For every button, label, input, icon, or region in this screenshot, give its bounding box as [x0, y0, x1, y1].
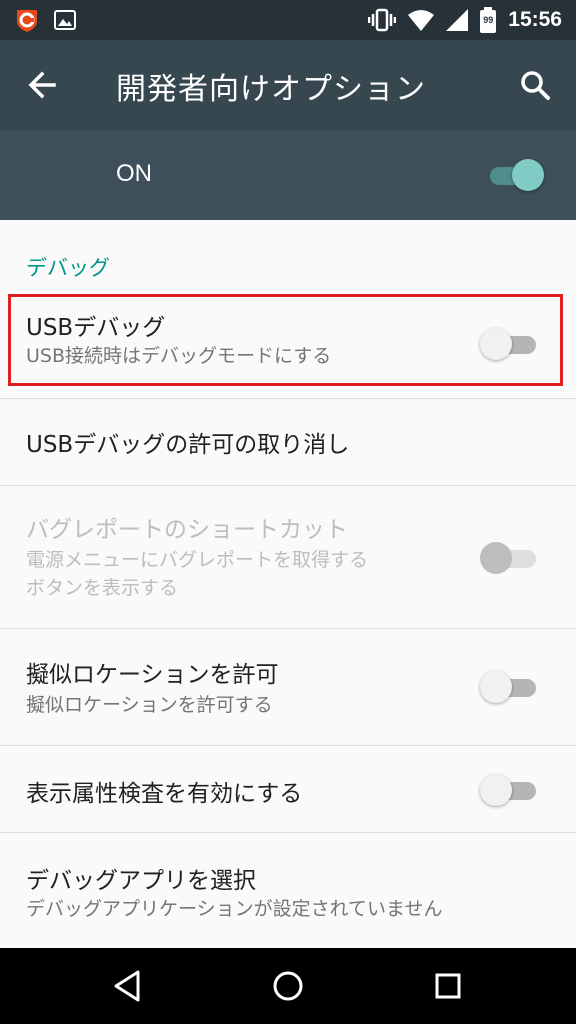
setting-bug-report-shortcut: バグレポートのショートカット 電源メニューにバグレポートを取得する ボタンを表示… [0, 486, 576, 628]
setting-summary-line-2: ボタンを表示する [26, 577, 179, 599]
nav-home-button[interactable] [266, 966, 310, 1006]
setting-summary-line-1: 電源メニューにバグレポートを取得する [26, 549, 369, 571]
status-bar-system: 99 15:56 [368, 0, 562, 40]
navigation-bar [0, 948, 576, 1024]
bug-report-shortcut-toggle [480, 540, 540, 576]
settings-list: デバッグ USBデバッグ USB接続時はデバッグモードにする USBデバッグの許… [0, 220, 576, 948]
setting-summary: デバッグアプリケーションが設定されていません [26, 898, 443, 920]
setting-revoke-usb-debugging[interactable]: USBデバッグの許可の取り消し [0, 399, 576, 485]
battery-icon: 99 [480, 7, 497, 33]
toggle-thumb [480, 671, 512, 703]
toggle-thumb [512, 159, 544, 191]
setting-select-debug-app[interactable]: デバッグアプリを選択 デバッグアプリケーションが設定されていません [0, 833, 576, 948]
setting-title: 擬似ロケーションを許可 [26, 662, 279, 688]
app-bar: 開発者向けオプション [0, 40, 576, 130]
image-icon [54, 10, 76, 30]
setting-title: 表示属性検査を有効にする [26, 781, 303, 807]
master-switch-toggle[interactable] [490, 156, 546, 196]
highlight-box [8, 294, 563, 386]
back-button[interactable] [24, 67, 64, 103]
app-shield-icon [17, 10, 37, 32]
master-switch-label: ON [116, 160, 152, 187]
setting-summary: 擬似ロケーションを許可する [26, 694, 273, 716]
nav-recents-button[interactable] [426, 966, 470, 1006]
toggle-thumb [480, 542, 512, 574]
setting-title: デバッグアプリを選択 [26, 868, 256, 894]
nav-home-icon [273, 971, 303, 1001]
back-arrow-icon [28, 71, 56, 99]
master-switch-bar[interactable]: ON [0, 130, 576, 220]
nav-back-icon [114, 970, 140, 1002]
setting-view-attribute-inspection[interactable]: 表示属性検査を有効にする [0, 746, 576, 832]
mock-locations-toggle[interactable] [480, 669, 540, 705]
battery-level: 99 [483, 15, 494, 25]
section-header-debug: デバッグ [26, 256, 110, 280]
page-title: 開発者向けオプション [116, 72, 426, 107]
setting-title: バグレポートのショートカット [26, 517, 348, 543]
search-icon [521, 71, 550, 100]
view-attribute-inspection-toggle[interactable] [480, 772, 540, 808]
wifi-icon [408, 10, 435, 31]
setting-mock-locations[interactable]: 擬似ロケーションを許可 擬似ロケーションを許可する [0, 629, 576, 745]
nav-recents-icon [435, 973, 461, 999]
clock: 15:56 [508, 8, 562, 31]
vibrate-icon [368, 8, 397, 32]
cellular-signal-icon [446, 9, 469, 31]
status-bar-notifications [14, 7, 76, 33]
search-button[interactable] [516, 66, 556, 106]
setting-title: USBデバッグの許可の取り消し [26, 432, 350, 458]
status-bar: 99 15:56 [0, 0, 576, 40]
toggle-thumb [480, 774, 512, 806]
nav-back-button[interactable] [106, 966, 150, 1006]
